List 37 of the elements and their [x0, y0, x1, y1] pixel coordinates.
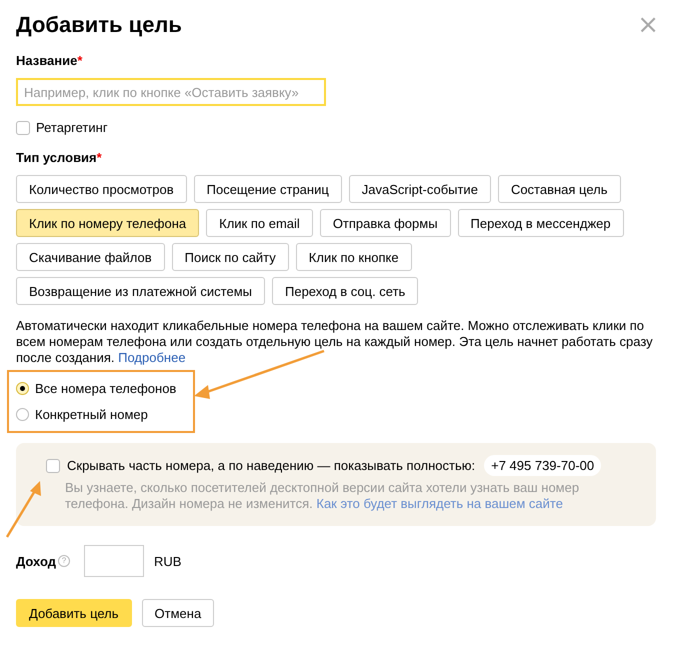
hint-text: Вы узнаете, сколько посетителей десктопной версии сайта хотели узнать ваш номер телефона. Дизайн номера не изменится. Как это будет выглядеть на вашем сайте: [65, 480, 580, 512]
field-label: Название: [16, 53, 78, 68]
description-text: Автоматически находит кликабельные номера телефона на вашем сайте. Можно отслеживать клики по всем номерам телефона или создать отдельную цель на каждый номер. Эта цель начнет работать сразу после создания. Подробнее: [16, 318, 654, 366]
more-link[interactable]: Подробнее: [118, 350, 186, 365]
condition-type-button[interactable]: Скачивание файлов: [16, 243, 165, 271]
add-goal-button[interactable]: Добавить цель: [16, 599, 132, 627]
income-input[interactable]: [84, 545, 144, 577]
radio-label: Все номера телефонов: [35, 380, 176, 396]
condition-type-button[interactable]: Переход в мессенджер: [458, 209, 624, 237]
field-label: Тип условия: [16, 150, 97, 165]
condition-type-button[interactable]: Поиск по сайту: [172, 243, 289, 271]
condition-type-button[interactable]: Клик по email: [206, 209, 313, 237]
radio-button[interactable]: [16, 408, 29, 420]
condition-type-button[interactable]: Составная цель: [498, 175, 621, 203]
condition-type-button[interactable]: Количество просмотров: [16, 175, 187, 203]
required-mark: *: [77, 53, 82, 68]
radio-label: Конкретный номер: [35, 406, 148, 422]
annotation-arrow: [4, 479, 44, 539]
condition-type-button[interactable]: Посещение страниц: [194, 175, 342, 203]
checkbox-label: Скрывать часть номера, а по наведению — показывать полностью:: [67, 458, 476, 473]
condition-type-button[interactable]: Отправка формы: [320, 209, 451, 237]
radio-button[interactable]: [16, 382, 29, 394]
checkbox[interactable]: [16, 120, 30, 134]
condition-type-button[interactable]: Переход в соц. сеть: [272, 277, 418, 305]
input-field[interactable]: Например, клик по кнопке «Оставить заявку»: [16, 78, 326, 106]
condition-type-button[interactable]: Клик по кнопке: [296, 243, 412, 271]
condition-type-button[interactable]: Клик по номеру телефона: [16, 209, 200, 237]
currency-label: RUB: [154, 554, 182, 568]
condition-type-button[interactable]: Возвращение из платежной системы: [16, 277, 265, 305]
income-label: Доход: [16, 554, 56, 568]
required-mark: *: [96, 150, 102, 165]
checkbox-label: Ретаргетинг: [36, 120, 108, 135]
checkbox[interactable]: [46, 458, 60, 472]
condition-type-button[interactable]: JavaScript-событие: [348, 175, 491, 203]
cancel-button[interactable]: Отмена: [142, 599, 214, 627]
dialog-title: Добавить цель: [16, 12, 182, 38]
phone-number-badge: +7 495 739-70-00: [484, 455, 602, 476]
